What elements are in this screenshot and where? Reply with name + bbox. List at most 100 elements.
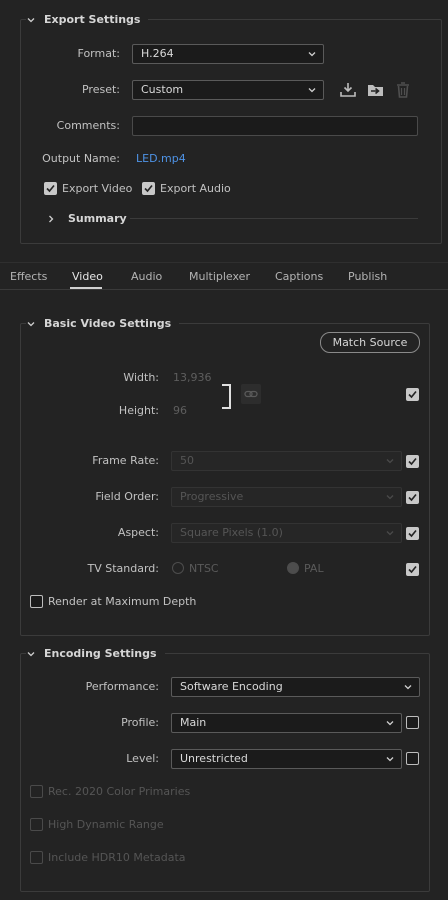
render-max-depth-checkbox[interactable] xyxy=(30,595,43,608)
basic-video-header[interactable]: Basic Video Settings xyxy=(26,317,180,330)
comments-label: Comments: xyxy=(56,119,120,132)
hdr-label: High Dynamic Range xyxy=(48,818,164,831)
pal-radio[interactable] xyxy=(287,562,299,574)
encoding-title: Encoding Settings xyxy=(44,647,157,660)
performance-value: Software Encoding xyxy=(180,680,283,693)
height-label: Height: xyxy=(118,404,159,417)
aspect-override-checkbox[interactable] xyxy=(406,527,419,540)
tab-video[interactable]: Video xyxy=(72,270,103,283)
trash-icon[interactable] xyxy=(395,81,411,99)
aspect-label: Aspect: xyxy=(117,526,159,539)
output-name-label: Output Name: xyxy=(42,152,120,165)
chevron-down-icon xyxy=(27,321,35,326)
tv-standard-override-checkbox[interactable] xyxy=(406,563,419,576)
tab-publish[interactable]: Publish xyxy=(348,270,387,283)
tabs-top-divider xyxy=(0,262,448,263)
level-select[interactable]: Unrestricted xyxy=(171,749,402,769)
render-max-depth-label: Render at Maximum Depth xyxy=(48,595,197,608)
checkmark-icon xyxy=(46,184,55,193)
tab-captions[interactable]: Captions xyxy=(275,270,323,283)
chevron-down-icon xyxy=(386,495,394,500)
match-source-button[interactable]: Match Source xyxy=(320,332,420,353)
profile-label: Profile: xyxy=(121,716,159,729)
hdr10-checkbox[interactable] xyxy=(30,851,43,864)
checkmark-icon xyxy=(408,493,417,502)
dimension-link-bracket xyxy=(222,384,231,409)
width-label: Width: xyxy=(123,371,159,384)
width-value[interactable]: 13,936 xyxy=(173,371,212,384)
export-settings-header[interactable]: Export Settings xyxy=(26,13,149,26)
basic-video-panel xyxy=(20,323,430,636)
active-tab-underline xyxy=(70,287,102,289)
tv-standard-label: TV Standard: xyxy=(87,562,160,575)
checkmark-icon xyxy=(408,457,417,466)
chevron-down-icon xyxy=(27,651,35,656)
width-height-override-checkbox[interactable] xyxy=(406,388,419,401)
basic-video-title: Basic Video Settings xyxy=(44,317,172,330)
chevron-down-icon xyxy=(386,721,394,726)
tabs-bottom-divider xyxy=(0,289,448,290)
checkmark-icon xyxy=(408,529,417,538)
checkmark-icon xyxy=(408,390,417,399)
export-audio-label: Export Audio xyxy=(160,182,231,195)
performance-label: Performance: xyxy=(85,680,159,693)
height-value[interactable]: 96 xyxy=(173,404,187,417)
checkmark-icon xyxy=(144,184,153,193)
aspect-select[interactable]: Square Pixels (1.0) xyxy=(171,523,402,543)
field-order-value: Progressive xyxy=(180,490,244,503)
format-select[interactable]: H.264 xyxy=(132,44,324,64)
chevron-down-icon xyxy=(386,531,394,536)
field-order-label: Field Order: xyxy=(95,490,159,503)
profile-value: Main xyxy=(180,716,207,729)
comments-field[interactable] xyxy=(132,116,418,136)
chevron-down-icon xyxy=(386,459,394,464)
export-video-label: Export Video xyxy=(62,182,133,195)
ntsc-radio[interactable] xyxy=(172,562,184,574)
performance-select[interactable]: Software Encoding xyxy=(171,677,420,697)
tab-audio[interactable]: Audio xyxy=(131,270,162,283)
hdr10-label: Include HDR10 Metadata xyxy=(48,851,186,864)
constrain-proportions-button[interactable] xyxy=(241,384,261,404)
level-override-checkbox[interactable] xyxy=(406,752,419,765)
format-value: H.264 xyxy=(141,47,174,60)
save-preset-icon[interactable] xyxy=(339,81,357,99)
aspect-value: Square Pixels (1.0) xyxy=(180,526,283,539)
export-video-checkbox[interactable] xyxy=(44,182,57,195)
preset-label: Preset: xyxy=(81,83,120,96)
frame-rate-value: 50 xyxy=(180,454,194,467)
encoding-header[interactable]: Encoding Settings xyxy=(26,647,165,660)
export-settings-title: Export Settings xyxy=(44,13,141,26)
ntsc-label: NTSC xyxy=(189,562,219,575)
tab-effects[interactable]: Effects xyxy=(10,270,47,283)
field-order-select[interactable]: Progressive xyxy=(171,487,402,507)
profile-select[interactable]: Main xyxy=(171,713,402,733)
output-name-link[interactable]: LED.mp4 xyxy=(136,152,186,165)
preset-value: Custom xyxy=(141,83,184,96)
field-order-override-checkbox[interactable] xyxy=(406,491,419,504)
tab-multiplexer[interactable]: Multiplexer xyxy=(189,270,250,283)
rec2020-checkbox[interactable] xyxy=(30,785,43,798)
frame-rate-override-checkbox[interactable] xyxy=(406,455,419,468)
hdr-checkbox[interactable] xyxy=(30,818,43,831)
rec2020-label: Rec. 2020 Color Primaries xyxy=(48,785,191,798)
import-preset-icon[interactable] xyxy=(366,81,386,99)
summary-label: Summary xyxy=(68,212,127,225)
chevron-down-icon xyxy=(308,88,316,93)
preset-select[interactable]: Custom xyxy=(132,80,324,100)
chevron-right-icon xyxy=(49,215,54,222)
format-label: Format: xyxy=(77,47,120,60)
level-label: Level: xyxy=(126,752,159,765)
chevron-down-icon xyxy=(27,17,35,22)
chevron-down-icon xyxy=(386,757,394,762)
pal-label: PAL xyxy=(304,562,324,575)
level-value: Unrestricted xyxy=(180,752,248,765)
profile-override-checkbox[interactable] xyxy=(406,716,419,729)
chevron-down-icon xyxy=(404,685,412,690)
export-audio-checkbox[interactable] xyxy=(142,182,155,195)
frame-rate-label: Frame Rate: xyxy=(92,454,159,467)
chevron-down-icon xyxy=(308,52,316,57)
chain-link-icon xyxy=(244,390,258,398)
summary-toggle[interactable]: Summary xyxy=(46,212,127,225)
frame-rate-select[interactable]: 50 xyxy=(171,451,402,471)
summary-divider xyxy=(130,218,418,219)
